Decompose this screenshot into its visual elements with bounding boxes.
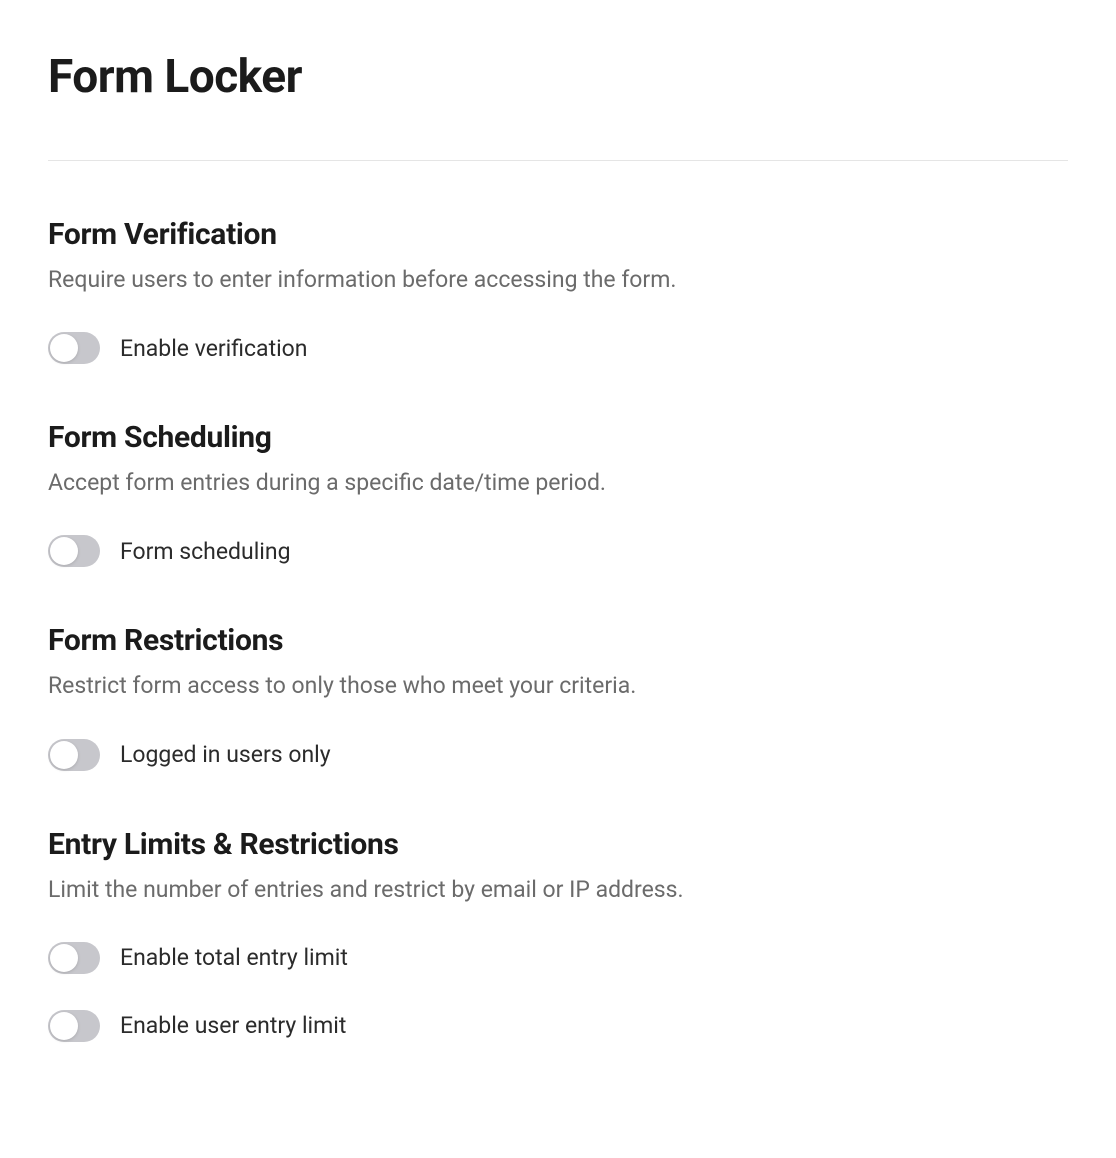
section-form-scheduling: Form Scheduling Accept form entries duri… [48, 420, 1068, 567]
toggle-logged-in-users-only[interactable] [48, 739, 100, 771]
divider [48, 160, 1068, 161]
section-desc-restrictions: Restrict form access to only those who m… [48, 670, 1068, 702]
section-desc-verification: Require users to enter information befor… [48, 264, 1068, 296]
section-desc-scheduling: Accept form entries during a specific da… [48, 467, 1068, 499]
section-form-verification: Form Verification Require users to enter… [48, 217, 1068, 364]
toggle-label-total-entry-limit: Enable total entry limit [120, 944, 348, 971]
toggle-enable-total-entry-limit[interactable] [48, 942, 100, 974]
toggle-row-total-entry-limit: Enable total entry limit [48, 942, 1068, 974]
section-desc-entry-limits: Limit the number of entries and restrict… [48, 874, 1068, 906]
page-title: Form Locker [48, 50, 1068, 104]
toggle-knob-icon [50, 944, 78, 972]
toggle-row-user-entry-limit: Enable user entry limit [48, 1010, 1068, 1042]
section-title-entry-limits: Entry Limits & Restrictions [48, 827, 1068, 862]
section-title-restrictions: Form Restrictions [48, 623, 1068, 658]
toggle-row-form-scheduling: Form scheduling [48, 535, 1068, 567]
toggle-knob-icon [50, 537, 78, 565]
toggle-row-enable-verification: Enable verification [48, 332, 1068, 364]
toggle-knob-icon [50, 741, 78, 769]
section-entry-limits: Entry Limits & Restrictions Limit the nu… [48, 827, 1068, 1042]
section-form-restrictions: Form Restrictions Restrict form access t… [48, 623, 1068, 770]
toggle-enable-user-entry-limit[interactable] [48, 1010, 100, 1042]
toggle-form-scheduling[interactable] [48, 535, 100, 567]
toggle-label-logged-in-users: Logged in users only [120, 741, 331, 768]
toggle-row-logged-in-users: Logged in users only [48, 739, 1068, 771]
toggle-label-user-entry-limit: Enable user entry limit [120, 1012, 346, 1039]
toggle-knob-icon [50, 334, 78, 362]
toggle-label-form-scheduling: Form scheduling [120, 538, 291, 565]
toggle-knob-icon [50, 1012, 78, 1040]
section-title-scheduling: Form Scheduling [48, 420, 1068, 455]
toggle-enable-verification[interactable] [48, 332, 100, 364]
section-title-verification: Form Verification [48, 217, 1068, 252]
toggle-label-enable-verification: Enable verification [120, 335, 308, 362]
